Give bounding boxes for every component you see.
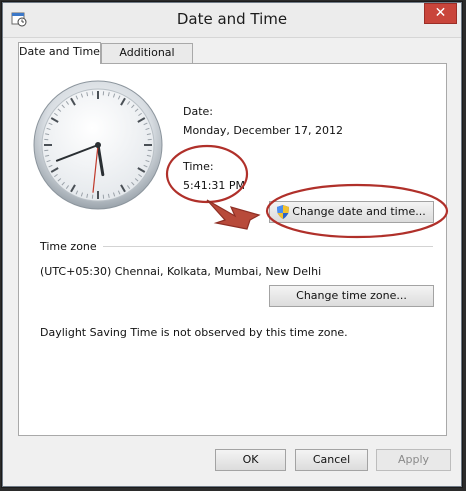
tab-date-and-time[interactable]: Date and Time <box>18 42 101 64</box>
annotation-circle-time <box>165 144 249 204</box>
apply-button[interactable]: Apply <box>376 449 451 471</box>
cancel-button[interactable]: Cancel <box>295 449 368 471</box>
annotation-overlay <box>165 144 449 239</box>
date-time-dialog: Date and Time ✕ Date and Time Additional… <box>2 2 462 487</box>
annotation-circle-button <box>265 183 449 239</box>
annotation-arrow <box>206 199 261 230</box>
ok-button[interactable]: OK <box>215 449 286 471</box>
